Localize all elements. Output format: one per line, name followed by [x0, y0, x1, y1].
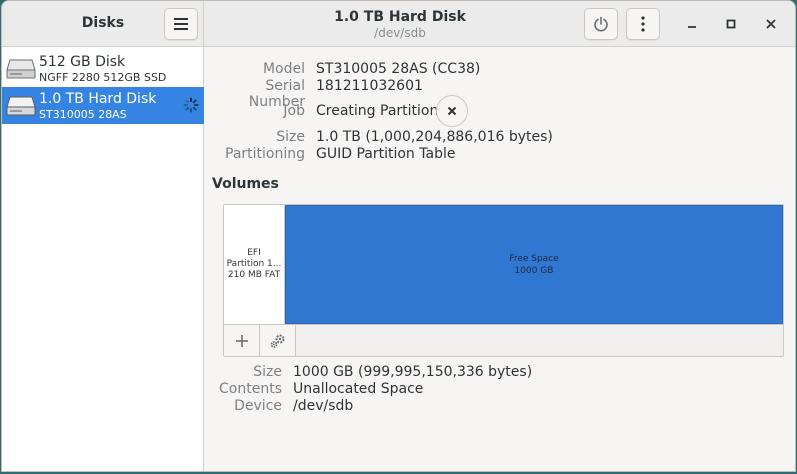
disk-details-pane: Model ST310005 28AS (CC38) Serial Number… — [205, 47, 795, 471]
header-bar: Disks 1.0 TB Hard Disk /dev/sdb — [2, 1, 795, 47]
job-value: Creating Partition — [316, 103, 439, 119]
power-off-button[interactable] — [584, 8, 618, 40]
partition-size: 1000 GB — [514, 265, 554, 276]
volume-size-value: 1000 GB (999,995,150,336 bytes) — [293, 364, 533, 380]
disk-name: 512 GB Disk — [39, 54, 126, 70]
size-value: 1.0 TB (1,000,204,886,016 bytes) — [316, 129, 553, 145]
volume-contents-label: Contents — [219, 381, 282, 397]
volumes-bar: EFI Partition 1... 210 MB FAT Free Space… — [224, 205, 783, 325]
partition-efi[interactable]: EFI Partition 1... 210 MB FAT — [224, 205, 285, 324]
main-menu-button[interactable] — [164, 8, 198, 40]
partition-settings-button[interactable] — [260, 325, 296, 356]
volumes-map: EFI Partition 1... 210 MB FAT Free Space… — [223, 204, 784, 357]
model-value: ST310005 28AS (CC38) — [316, 61, 481, 77]
model-label: Model — [262, 61, 305, 77]
close-icon — [766, 19, 776, 29]
partition-name: Partition 1... — [226, 259, 282, 269]
disk-list-sidebar: 512 GB Disk NGFF 2280 512GB SSD 1.0 TB H… — [2, 47, 204, 471]
hamburger-menu-icon — [174, 18, 188, 30]
sidebar-item-1tb-hard-disk[interactable]: 1.0 TB Hard Disk ST310005 28AS — [2, 87, 204, 124]
volumes-heading: Volumes — [212, 176, 279, 192]
job-label: Job — [283, 103, 305, 119]
minimize-icon — [688, 26, 696, 28]
close-icon — [447, 106, 457, 116]
disk-model: NGFF 2280 512GB SSD — [39, 71, 167, 84]
size-label: Size — [276, 129, 305, 145]
disk-name: 1.0 TB Hard Disk — [39, 91, 157, 107]
disk-model: ST310005 28AS — [39, 108, 127, 121]
drive-options-button[interactable] — [626, 8, 660, 40]
partition-label: Free Space — [509, 253, 559, 264]
vertical-dots-icon — [641, 16, 645, 32]
create-partition-button[interactable] — [224, 325, 260, 356]
volume-size-label: Size — [253, 364, 282, 380]
partitioning-value: GUID Partition Table — [316, 146, 456, 162]
busy-spinner-icon — [183, 97, 199, 113]
disk-title: 1.0 TB Hard Disk — [334, 9, 466, 25]
drive-icon — [6, 59, 36, 79]
plus-icon — [235, 334, 248, 347]
volume-device-label: Device — [234, 398, 282, 414]
serial-number-value: 181211032601 — [316, 78, 423, 94]
disks-window: Disks 1.0 TB Hard Disk /dev/sdb 512 GB D… — [1, 0, 796, 472]
power-icon — [594, 16, 608, 32]
partition-free-space[interactable]: Free Space 1000 GB — [285, 205, 783, 324]
close-button[interactable] — [759, 12, 783, 36]
volume-device-value: /dev/sdb — [293, 398, 354, 414]
sidebar-item-512gb-disk[interactable]: 512 GB Disk NGFF 2280 512GB SSD — [2, 50, 204, 87]
disk-device-subtitle: /dev/sdb — [374, 26, 426, 40]
maximize-icon — [726, 19, 736, 29]
partition-label: EFI — [247, 248, 261, 258]
sidebar-header: Disks — [2, 1, 204, 47]
minimize-button[interactable] — [680, 12, 704, 36]
drive-icon — [6, 96, 36, 116]
gears-icon — [270, 334, 284, 348]
volume-contents-value: Unallocated Space — [293, 381, 424, 397]
partition-size: 210 MB FAT — [227, 270, 281, 280]
cancel-job-button[interactable] — [436, 95, 468, 127]
maximize-button[interactable] — [719, 12, 743, 36]
partitioning-label: Partitioning — [225, 146, 305, 162]
